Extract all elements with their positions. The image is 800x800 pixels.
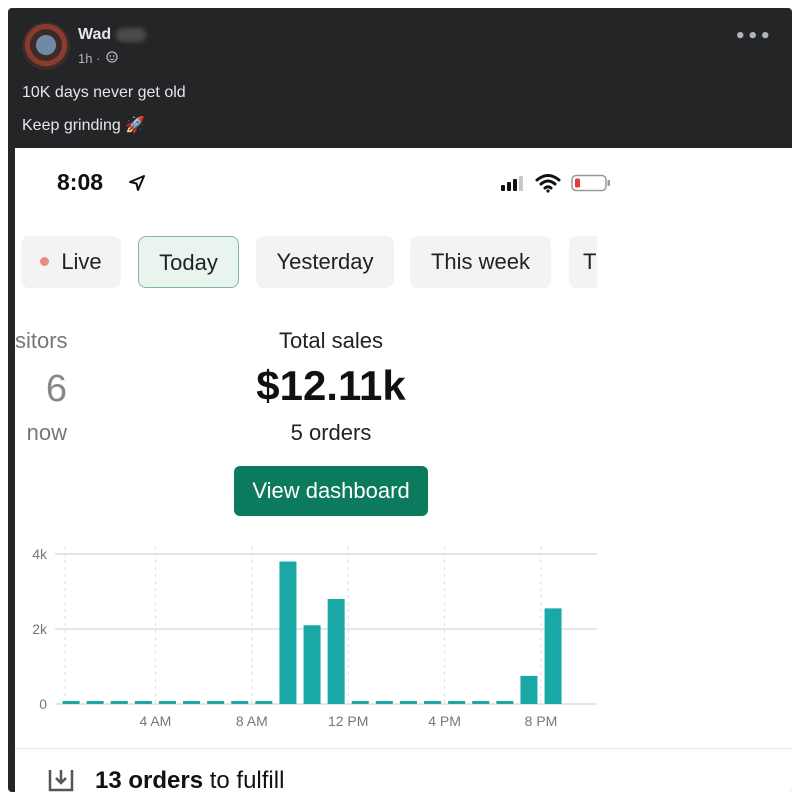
battery-icon (571, 174, 610, 192)
x-tick-label: 8 AM (236, 713, 268, 729)
wifi-icon (535, 174, 561, 193)
bar-4-am (158, 701, 176, 704)
bar-4-pm (448, 701, 466, 704)
bar-6-pm (496, 701, 514, 704)
tab-this-week[interactable]: This week (410, 236, 551, 288)
orders-count: 5 orders (290, 420, 372, 445)
bar-8-pm (544, 608, 562, 704)
bar-2-am (110, 701, 128, 704)
more-icon[interactable]: ••• (734, 28, 772, 46)
live-dot (40, 257, 50, 267)
post-meta: 1h · (78, 51, 118, 66)
y-tick-label: 0 (39, 696, 47, 712)
tab-next-partial[interactable]: T (569, 236, 597, 288)
bar-12-pm (351, 701, 369, 704)
visitors-label: sitors (15, 328, 68, 353)
facebook-post: Wad 1h · ••• 10K days never get old Keep… (8, 8, 792, 792)
bar-3-pm (424, 701, 442, 704)
orders-to-fulfill-row[interactable]: 13 orders to fulfill (15, 748, 792, 792)
bar-5-pm (472, 701, 490, 704)
friends-icon (106, 51, 118, 66)
visitors-sub: now (26, 420, 67, 445)
bar-2-pm (399, 701, 417, 704)
tab-today-label: Today (159, 250, 218, 275)
bar-5-am (183, 701, 201, 704)
date-range-tabs: Live Today Yesterday This week T (15, 236, 597, 296)
tab-next-label: T (583, 249, 597, 274)
tab-yesterday-label: Yesterday (276, 249, 374, 274)
x-tick-label: 4 PM (428, 713, 461, 729)
visitors-card[interactable]: sitors 6 now (15, 318, 75, 448)
tab-yesterday[interactable]: Yesterday (256, 236, 394, 288)
tab-this-week-label: This week (430, 249, 531, 274)
orders-to-fulfill-suffix: to fulfill (203, 767, 285, 792)
post-header: Wad 1h · ••• 10K days never get old Keep… (8, 8, 792, 148)
post-text-line-2: Keep grinding 🚀 (22, 117, 146, 134)
post-time[interactable]: 1h · (78, 51, 100, 66)
author-name[interactable]: Wad (78, 26, 111, 44)
total-sales-value: $12.11k (256, 362, 406, 409)
location-arrow-icon (129, 175, 145, 191)
x-tick-label: 8 PM (525, 713, 558, 729)
bar-1-pm (375, 701, 393, 704)
bar-1-am (86, 701, 104, 704)
total-sales-label: Total sales (279, 328, 383, 353)
y-tick-label: 4k (32, 546, 48, 562)
status-time: 8:08 (57, 169, 104, 195)
bar-7-am (231, 701, 249, 704)
view-dashboard-button[interactable]: View dashboard (234, 466, 428, 516)
post-text-line-1: 10K days never get old (22, 84, 186, 101)
visitors-value: 6 (45, 368, 67, 410)
tab-today[interactable]: Today (138, 236, 239, 288)
bar-8-am (255, 701, 273, 704)
tab-live[interactable]: Live (21, 236, 121, 288)
tab-live-label: Live (61, 249, 102, 274)
bar-6-am (207, 701, 225, 704)
bar-11-am (327, 599, 345, 704)
x-tick-label: 12 PM (328, 713, 368, 729)
post-image-screenshot[interactable]: 8:08 Live Today Yesterday This week T si… (15, 148, 792, 792)
y-tick-label: 2k (32, 621, 48, 637)
signal-icon (501, 176, 523, 191)
orders-to-fulfill-text: 13 orders to fulfill (95, 767, 284, 792)
bar-3-am (134, 701, 152, 704)
author-name-redaction (116, 28, 146, 42)
bar-12-am (62, 701, 80, 704)
orders-to-fulfill-count: 13 orders (95, 767, 204, 792)
download-tray-icon (48, 770, 74, 792)
bar-9-am (279, 561, 297, 704)
bar-10-am (303, 625, 321, 704)
bar-7-pm (520, 675, 538, 704)
avatar[interactable] (22, 22, 70, 70)
sales-bar-chart: 0 2k 4k 4 AM 8 AM 12 PM 4 PM 8 PM (32, 546, 597, 729)
x-tick-label: 4 AM (139, 713, 171, 729)
